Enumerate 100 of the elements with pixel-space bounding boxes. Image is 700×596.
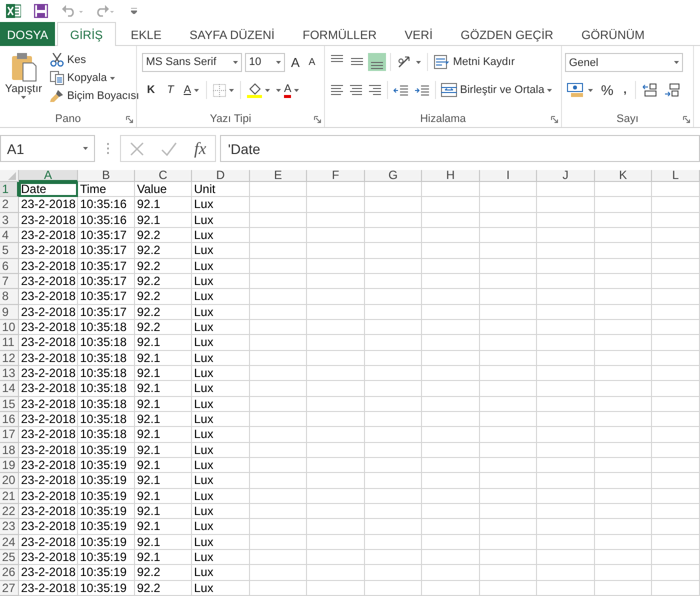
- empty-cell[interactable]: [422, 304, 480, 320]
- empty-cell[interactable]: [652, 274, 700, 290]
- empty-cell[interactable]: [480, 274, 537, 290]
- row-header[interactable]: 5: [0, 243, 19, 259]
- empty-cell[interactable]: [365, 258, 422, 274]
- table-cell[interactable]: 10:35:19: [78, 442, 135, 458]
- table-cell[interactable]: 23-2-2018: [19, 274, 78, 290]
- table-cell[interactable]: Lux: [192, 427, 250, 443]
- table-cell[interactable]: Lux: [192, 565, 250, 581]
- table-cell[interactable]: 92.1: [135, 442, 192, 458]
- table-cell[interactable]: 23-2-2018: [19, 442, 78, 458]
- empty-cell[interactable]: [537, 274, 595, 290]
- column-header[interactable]: A: [19, 170, 78, 182]
- empty-cell[interactable]: [250, 212, 307, 228]
- empty-cell[interactable]: [480, 212, 537, 228]
- empty-cell[interactable]: [537, 243, 595, 259]
- table-cell[interactable]: Lux: [192, 442, 250, 458]
- empty-cell[interactable]: [480, 412, 537, 428]
- empty-cell[interactable]: [595, 488, 652, 504]
- empty-cell[interactable]: [250, 350, 307, 366]
- empty-cell[interactable]: [422, 274, 480, 290]
- empty-cell[interactable]: [537, 580, 595, 596]
- row-header[interactable]: 11: [0, 335, 19, 351]
- table-cell[interactable]: Lux: [192, 258, 250, 274]
- column-header[interactable]: F: [307, 170, 365, 182]
- table-cell[interactable]: 10:35:18: [78, 350, 135, 366]
- empty-cell[interactable]: [652, 488, 700, 504]
- empty-cell[interactable]: [307, 580, 365, 596]
- table-cell[interactable]: Lux: [192, 243, 250, 259]
- table-cell[interactable]: 23-2-2018: [19, 228, 78, 244]
- empty-cell[interactable]: [652, 258, 700, 274]
- column-header[interactable]: I: [480, 170, 537, 182]
- table-cell[interactable]: 23-2-2018: [19, 504, 78, 520]
- table-cell[interactable]: 10:35:18: [78, 366, 135, 382]
- ribbon-tab[interactable]: VERİ: [392, 22, 446, 46]
- empty-cell[interactable]: [537, 304, 595, 320]
- empty-cell[interactable]: [250, 381, 307, 397]
- empty-cell[interactable]: [250, 458, 307, 474]
- table-cell[interactable]: 23-2-2018: [19, 304, 78, 320]
- italic-button[interactable]: T: [162, 84, 179, 96]
- empty-cell[interactable]: [537, 396, 595, 412]
- empty-cell[interactable]: [250, 320, 307, 336]
- table-cell[interactable]: Lux: [192, 580, 250, 596]
- row-header[interactable]: 2: [0, 197, 19, 213]
- empty-cell[interactable]: [480, 335, 537, 351]
- empty-cell[interactable]: [595, 274, 652, 290]
- empty-cell[interactable]: [595, 350, 652, 366]
- percent-button[interactable]: %: [597, 82, 618, 98]
- empty-cell[interactable]: [537, 442, 595, 458]
- empty-cell[interactable]: [595, 243, 652, 259]
- empty-cell[interactable]: [480, 396, 537, 412]
- table-cell[interactable]: 23-2-2018: [19, 473, 78, 489]
- empty-cell[interactable]: [537, 534, 595, 550]
- empty-cell[interactable]: [307, 228, 365, 244]
- empty-cell[interactable]: [595, 412, 652, 428]
- empty-cell[interactable]: [652, 412, 700, 428]
- empty-cell[interactable]: [250, 519, 307, 535]
- table-cell[interactable]: 92.1: [135, 335, 192, 351]
- empty-cell[interactable]: [595, 197, 652, 213]
- table-cell[interactable]: Lux: [192, 473, 250, 489]
- table-cell[interactable]: 92.1: [135, 519, 192, 535]
- empty-cell[interactable]: [595, 320, 652, 336]
- dialog-launcher-icon[interactable]: [126, 116, 133, 123]
- empty-cell[interactable]: [422, 412, 480, 428]
- empty-cell[interactable]: [595, 381, 652, 397]
- empty-cell[interactable]: [480, 534, 537, 550]
- table-cell[interactable]: Lux: [192, 534, 250, 550]
- table-cell[interactable]: Value: [135, 182, 192, 198]
- dialog-launcher-icon[interactable]: [314, 116, 321, 123]
- empty-cell[interactable]: [537, 458, 595, 474]
- currency-button[interactable]: [565, 82, 595, 98]
- table-cell[interactable]: 92.1: [135, 350, 192, 366]
- empty-cell[interactable]: [307, 473, 365, 489]
- empty-cell[interactable]: [365, 565, 422, 581]
- copy-button[interactable]: Kopyala: [48, 70, 142, 86]
- empty-cell[interactable]: [365, 320, 422, 336]
- empty-cell[interactable]: [595, 427, 652, 443]
- table-cell[interactable]: 10:35:18: [78, 427, 135, 443]
- table-cell[interactable]: 23-2-2018: [19, 212, 78, 228]
- empty-cell[interactable]: [250, 580, 307, 596]
- empty-cell[interactable]: [307, 519, 365, 535]
- empty-cell[interactable]: [652, 473, 700, 489]
- empty-cell[interactable]: [250, 228, 307, 244]
- table-cell[interactable]: Lux: [192, 212, 250, 228]
- table-cell[interactable]: 10:35:19: [78, 504, 135, 520]
- table-cell[interactable]: 92.1: [135, 197, 192, 213]
- empty-cell[interactable]: [652, 182, 700, 198]
- row-header[interactable]: 22: [0, 504, 19, 520]
- empty-cell[interactable]: [250, 412, 307, 428]
- underline-button[interactable]: A: [180, 84, 202, 96]
- empty-cell[interactable]: [595, 396, 652, 412]
- empty-cell[interactable]: [422, 182, 480, 198]
- row-header[interactable]: 18: [0, 442, 19, 458]
- row-header[interactable]: 21: [0, 488, 19, 504]
- empty-cell[interactable]: [422, 197, 480, 213]
- table-cell[interactable]: 92.1: [135, 396, 192, 412]
- empty-cell[interactable]: [537, 258, 595, 274]
- table-cell[interactable]: 92.1: [135, 366, 192, 382]
- column-header[interactable]: G: [365, 170, 422, 182]
- table-cell[interactable]: 23-2-2018: [19, 381, 78, 397]
